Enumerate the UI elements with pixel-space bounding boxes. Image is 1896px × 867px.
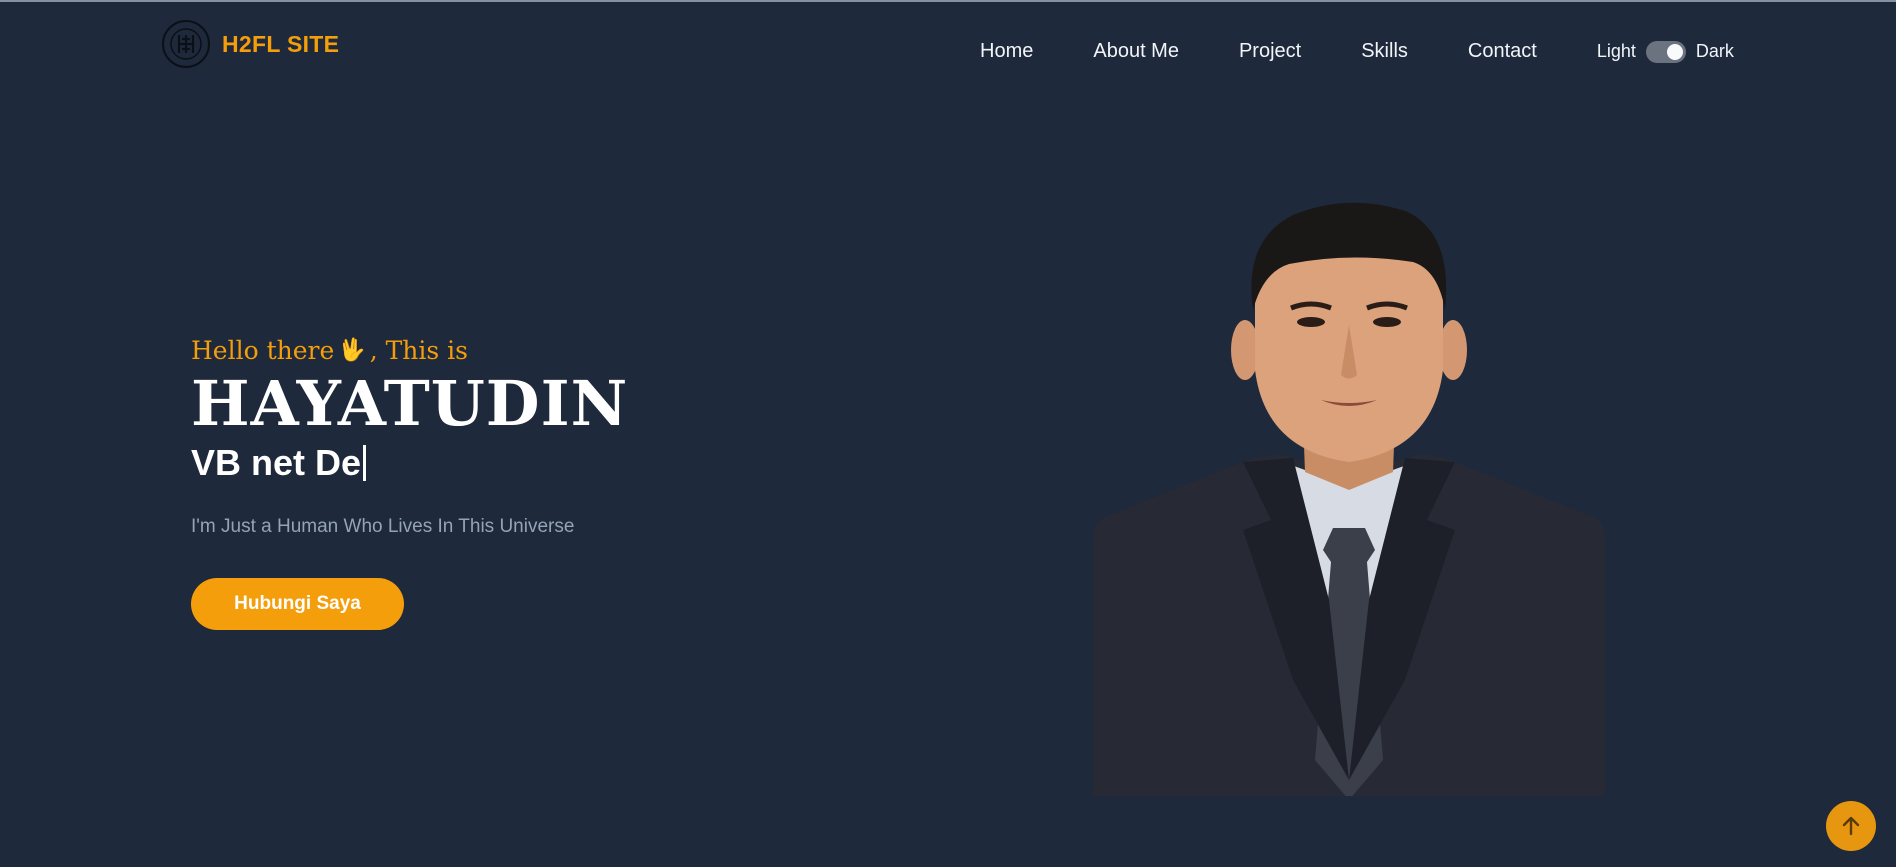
theme-light-label: Light — [1596, 41, 1636, 61]
greeting-text: Hello there — [191, 336, 335, 365]
main-nav: Home About Me Project Skills Contact Lig… — [980, 40, 1734, 63]
brand-name: H2FL SITE — [222, 30, 340, 57]
greeting-suffix: , This is — [369, 336, 468, 365]
toggle-knob — [1666, 43, 1683, 60]
profile-photo — [1093, 202, 1605, 796]
theme-toggle[interactable] — [1645, 40, 1686, 63]
nav-home[interactable]: Home — [980, 40, 1033, 63]
typing-caret — [363, 445, 367, 481]
hero-name: HAYATUDIN — [191, 367, 629, 440]
vulcan-salute-icon: 🖖 — [338, 338, 366, 363]
nav-project[interactable]: Project — [1239, 40, 1301, 63]
hero-tagline: I'm Just a Human Who Lives In This Unive… — [191, 516, 575, 537]
nav-contact[interactable]: Contact — [1468, 40, 1537, 63]
nav-skills[interactable]: Skills — [1361, 40, 1408, 63]
site-header: H2FL SITE Home About Me Project Skills C… — [0, 2, 1896, 102]
hero-section: Hello there 🖖 , This is HAYATUDIN VB net… — [191, 336, 628, 630]
arrow-up-icon — [1842, 816, 1860, 836]
theme-switcher: Light Dark — [1596, 40, 1734, 63]
scroll-to-top-button[interactable] — [1826, 801, 1876, 851]
brand[interactable]: H2FL SITE — [162, 20, 339, 68]
typed-role: VB net De — [191, 442, 628, 484]
typed-role-text: VB net De — [191, 442, 362, 483]
h2fl-logo-icon — [162, 20, 210, 68]
nav-about-me[interactable]: About Me — [1093, 40, 1179, 63]
theme-dark-label: Dark — [1695, 41, 1734, 61]
hero-greeting: Hello there 🖖 , This is — [191, 336, 628, 365]
contact-me-button[interactable]: Hubungi Saya — [191, 578, 404, 630]
